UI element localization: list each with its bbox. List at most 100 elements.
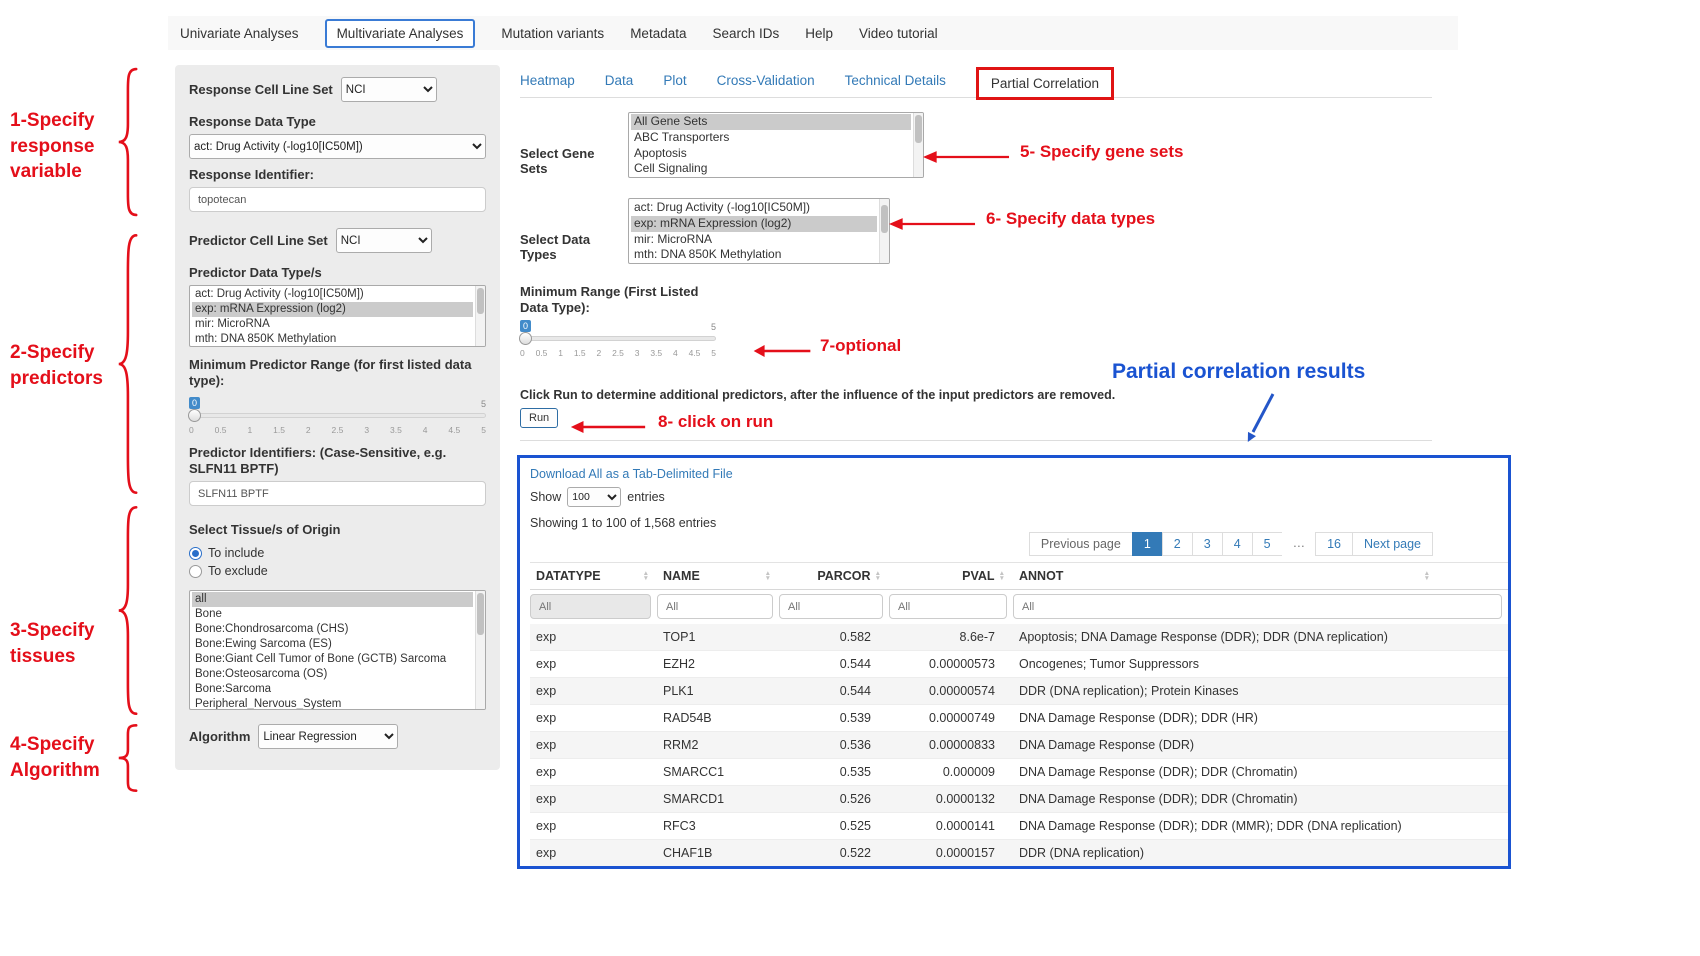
filter-datatype-input[interactable] (530, 594, 651, 619)
listbox-option[interactable]: Peripheral_Nervous_System (192, 697, 473, 710)
scrollbar-thumb[interactable] (881, 205, 888, 233)
listbox-option[interactable]: Cell Signaling (631, 161, 911, 177)
scrollbar[interactable] (475, 591, 485, 709)
gene-sets-listbox[interactable]: All Gene Sets ABC Transporters Apoptosis… (628, 112, 924, 178)
sort-icon[interactable] (1424, 571, 1430, 581)
nav-help[interactable]: Help (805, 26, 833, 41)
page-size-select[interactable]: 100 (567, 487, 621, 507)
table-row[interactable]: exp RAD54B 0.539 0.00000749 DNA Damage R… (530, 705, 1508, 732)
tab-cross-validation[interactable]: Cross-Validation (717, 73, 815, 88)
predictor-identifiers-input[interactable] (189, 481, 486, 506)
run-button[interactable]: Run (520, 408, 558, 428)
slider-handle[interactable] (519, 332, 532, 345)
page-button-5[interactable]: 5 (1252, 532, 1283, 556)
listbox-option-selected[interactable]: all (192, 592, 473, 607)
listbox-option[interactable]: ABC Transporters (631, 130, 911, 146)
cell-name: SMARCC1 (657, 759, 779, 785)
table-row[interactable]: exp EZH2 0.544 0.00000573 Oncogenes; Tum… (530, 651, 1508, 678)
filter-annot-input[interactable] (1013, 594, 1502, 619)
listbox-option[interactable]: mth: DNA 850K Methylation (192, 332, 473, 347)
listbox-option[interactable]: mth: DNA 850K Methylation (631, 247, 877, 263)
nav-mutation-variants[interactable]: Mutation variants (501, 26, 604, 41)
filter-pval-input[interactable] (889, 594, 1007, 619)
sort-icon[interactable] (643, 571, 649, 581)
column-header-name[interactable]: NAME (657, 563, 779, 589)
listbox-option[interactable]: mir: MicroRNA (192, 317, 473, 332)
slider-handle[interactable] (188, 409, 201, 422)
response-data-type-select[interactable]: act: Drug Activity (-log10[IC50M]) (189, 134, 486, 159)
column-header-parcor[interactable]: PARCOR (779, 563, 889, 589)
page-button-16[interactable]: 16 (1315, 532, 1353, 556)
column-header-pval[interactable]: PVAL (889, 563, 1013, 589)
listbox-option[interactable]: Bone:Osteosarcoma (OS) (192, 667, 473, 682)
algorithm-select[interactable]: Linear Regression (258, 724, 398, 749)
scrollbar[interactable] (913, 113, 923, 177)
page-button-3[interactable]: 3 (1192, 532, 1223, 556)
scrollbar-thumb[interactable] (477, 288, 484, 314)
next-page-button[interactable]: Next page (1352, 532, 1433, 556)
previous-page-button[interactable]: Previous page (1029, 532, 1133, 556)
min-predictor-range-slider[interactable]: 0 5 0 0.5 1 1.5 2 2.5 3 3.5 4 4.5 5 (189, 397, 486, 437)
tab-technical-details[interactable]: Technical Details (845, 73, 946, 88)
table-row[interactable]: exp CHAF1B 0.522 0.0000157 DDR (DNA repl… (530, 840, 1508, 867)
exclude-radio[interactable] (189, 565, 202, 578)
tab-partial-correlation[interactable]: Partial Correlation (976, 67, 1114, 100)
filter-name-input[interactable] (657, 594, 773, 619)
nav-univariate-analyses[interactable]: Univariate Analyses (180, 26, 299, 41)
listbox-option-selected[interactable]: exp: mRNA Expression (log2) (192, 302, 473, 317)
min-range-slider[interactable]: 0 5 0 0.5 1 1.5 2 2.5 3 3.5 4 4.5 5 (520, 320, 716, 360)
listbox-option[interactable]: act: Drug Activity (-log10[IC50M]) (192, 287, 473, 302)
tab-heatmap[interactable]: Heatmap (520, 73, 575, 88)
listbox-option-selected[interactable]: exp: mRNA Expression (log2) (631, 216, 877, 232)
listbox-option[interactable]: Apoptosis (631, 146, 911, 162)
listbox-option[interactable]: Bone:Ewing Sarcoma (ES) (192, 637, 473, 652)
listbox-option-selected[interactable]: All Gene Sets (631, 114, 911, 130)
nav-metadata[interactable]: Metadata (630, 26, 686, 41)
cell-parcor: 0.536 (779, 732, 889, 758)
sort-icon[interactable] (875, 571, 881, 581)
scrollbar[interactable] (475, 286, 485, 346)
nav-multivariate-analyses[interactable]: Multivariate Analyses (325, 19, 476, 48)
listbox-option[interactable]: act: Drug Activity (-log10[IC50M]) (631, 200, 877, 216)
scrollbar-thumb[interactable] (915, 115, 922, 143)
table-row[interactable]: exp RFC3 0.525 0.0000141 DNA Damage Resp… (530, 813, 1508, 840)
listbox-option[interactable]: Bone:Sarcoma (192, 682, 473, 697)
tissue-exclude-radio-row[interactable]: To exclude (189, 562, 486, 580)
page-button-2[interactable]: 2 (1162, 532, 1193, 556)
include-radio[interactable] (189, 547, 202, 560)
table-row[interactable]: exp SMARCD1 0.526 0.0000132 DNA Damage R… (530, 786, 1508, 813)
download-link[interactable]: Download All as a Tab-Delimited File (530, 467, 733, 481)
sort-icon[interactable] (999, 571, 1005, 581)
data-types-listbox[interactable]: act: Drug Activity (-log10[IC50M]) exp: … (628, 198, 890, 264)
listbox-option[interactable]: mir: MicroRNA (631, 232, 877, 248)
page-button-1[interactable]: 1 (1132, 532, 1163, 556)
column-header-datatype[interactable]: DATATYPE (530, 563, 657, 589)
tick-label: 2 (597, 348, 602, 358)
tissue-include-radio-row[interactable]: To include (189, 544, 486, 562)
scrollbar-thumb[interactable] (477, 593, 484, 635)
table-row[interactable]: exp RRM2 0.536 0.00000833 DNA Damage Res… (530, 732, 1508, 759)
listbox-option[interactable]: Bone (192, 607, 473, 622)
listbox-option[interactable]: Bone:Chondrosarcoma (CHS) (192, 622, 473, 637)
nav-video-tutorial[interactable]: Video tutorial (859, 26, 938, 41)
scrollbar[interactable] (879, 199, 889, 263)
filter-parcor-input[interactable] (779, 594, 883, 619)
tissue-listbox[interactable]: all Bone Bone:Chondrosarcoma (CHS) Bone:… (189, 590, 486, 710)
cell-annot: Apoptosis; DNA Damage Response (DDR); DD… (1013, 624, 1508, 650)
slider-track[interactable] (189, 413, 486, 418)
listbox-option[interactable]: Bone:Giant Cell Tumor of Bone (GCTB) Sar… (192, 652, 473, 667)
predictor-data-types-listbox[interactable]: act: Drug Activity (-log10[IC50M]) exp: … (189, 285, 486, 347)
response-identifier-input[interactable] (189, 187, 486, 212)
table-row[interactable]: exp SMARCC1 0.535 0.000009 DNA Damage Re… (530, 759, 1508, 786)
slider-track[interactable] (520, 336, 716, 341)
page-button-4[interactable]: 4 (1222, 532, 1253, 556)
tab-data[interactable]: Data (605, 73, 634, 88)
tab-plot[interactable]: Plot (663, 73, 686, 88)
nav-search-ids[interactable]: Search IDs (712, 26, 779, 41)
sort-icon[interactable] (765, 571, 771, 581)
column-header-annot[interactable]: ANNOT (1013, 563, 1508, 589)
predictor-cell-line-set-select[interactable]: NCI (336, 228, 432, 253)
table-row[interactable]: exp PLK1 0.544 0.00000574 DDR (DNA repli… (530, 678, 1508, 705)
response-cell-line-set-select[interactable]: NCI (341, 77, 437, 102)
table-row[interactable]: exp TOP1 0.582 8.6e-7 Apoptosis; DNA Dam… (530, 624, 1508, 651)
